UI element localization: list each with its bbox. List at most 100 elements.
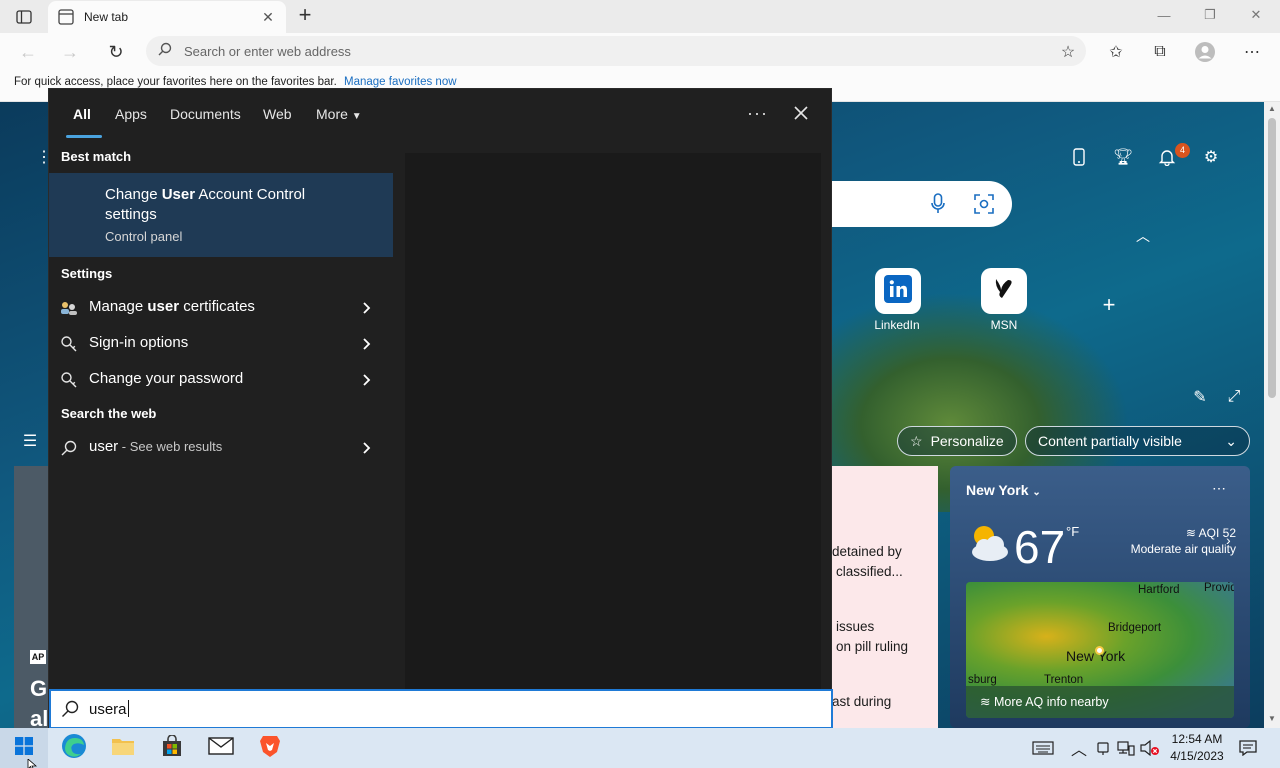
forward-icon[interactable]: → [56,38,84,66]
close-window-button[interactable]: ✕ [1233,0,1279,30]
result-label: Change your password [89,370,244,387]
weather-more-icon[interactable]: ⋯ [1212,480,1226,497]
page-scrollbar[interactable]: ▲ ▼ [1264,102,1280,728]
tab-title: New tab [84,10,129,24]
taskbar: ︿ 12:54 AM 4/15/2023 [0,728,1280,768]
refresh-icon[interactable]: ↻ [102,38,130,66]
scrollbar-thumb[interactable] [1268,118,1276,398]
news-line: on pill ruling [836,639,909,654]
store-icon [161,733,183,762]
close-search-icon[interactable] [789,101,813,125]
tab-close-icon[interactable]: ✕ [260,9,276,26]
best-match-result[interactable]: Change User Account Control settings Con… [49,173,393,257]
back-icon[interactable]: ← [14,38,42,66]
search-options-icon[interactable]: ··· [747,103,768,124]
best-match-heading: Best match [61,149,132,164]
brave-taskbar-button[interactable] [250,732,290,764]
news-card-left[interactable]: AP G al [14,466,50,731]
chevron-right-icon[interactable] [357,298,377,318]
msn-tile[interactable] [981,268,1027,314]
favorites-icon[interactable]: ✩ [1103,39,1129,65]
new-tab-button[interactable]: + [294,4,316,27]
key-icon [59,334,79,354]
action-center-icon[interactable] [1238,738,1258,758]
clock-time: 12:54 AM [1171,732,1223,746]
restore-button[interactable]: ❐ [1187,0,1233,30]
chevron-right-icon[interactable] [357,438,377,458]
collapse-chevron-icon[interactable]: ︿ [1129,222,1157,250]
file-explorer-taskbar-button[interactable] [103,732,143,764]
volume-muted-icon[interactable] [1140,738,1160,758]
profile-avatar[interactable] [1192,39,1218,65]
start-search-flyout: All Apps Documents Web More ▼ ··· Best m… [48,88,833,729]
store-taskbar-button[interactable] [152,732,192,764]
msn-icon [992,276,1016,307]
settings-gear-icon[interactable]: ⚙ [1197,143,1225,171]
ap-logo: AP [30,650,46,664]
microphone-icon[interactable] [930,193,946,220]
aq-info-link[interactable]: ≋ More AQ info nearby [966,686,1234,718]
result-change-your-password[interactable]: Change your password [49,362,393,396]
tab-documents[interactable]: Documents [170,106,241,122]
show-hidden-icons-icon[interactable]: ︿ [1069,738,1089,759]
search-results-list: Best match Change User Account Control s… [49,139,393,689]
minimize-button[interactable]: — [1141,0,1187,30]
key-icon [59,370,79,390]
touch-keyboard-icon[interactable] [1032,738,1054,758]
chevron-right-icon[interactable]: › [1226,532,1231,548]
tab-actions-icon[interactable] [8,6,40,28]
city-chevron-icon: ⌄ [1032,487,1041,498]
edge-taskbar-button[interactable] [54,732,94,764]
temperature-unit: °F [1066,524,1080,539]
tab-more[interactable]: More ▼ [316,106,362,122]
device-icon[interactable] [1093,738,1113,758]
mail-icon [208,736,234,760]
network-icon[interactable] [1116,738,1136,758]
aqi-info-icon: ≋ [980,695,994,709]
feed-menu-icon[interactable]: ☰ [16,427,44,455]
personalize-button[interactable]: ☆ Personalize [897,426,1017,456]
tab-web[interactable]: Web [263,106,292,122]
result-manage-user-certificates[interactable]: Manage user certificates [49,290,393,324]
personalize-star-icon: ☆ [910,432,923,449]
manage-favorites-link[interactable]: Manage favorites now [344,76,457,88]
result-sign-in-options[interactable]: Sign-in options [49,326,393,360]
more-options-icon[interactable]: ⋯ [1239,39,1265,65]
mail-taskbar-button[interactable] [201,732,241,764]
air-quality-map[interactable]: Hartford Providen Bridgeport New York Tr… [966,582,1234,718]
collections-icon[interactable]: ⧉ [1147,39,1173,65]
result-label: Sign-in options [89,334,189,351]
news-card[interactable] [830,466,938,728]
weather-card[interactable]: New York ⌄ ⋯ 67 °F ≋ AQI 52 Moderate air… [950,466,1250,728]
news-line: detained by [832,544,902,559]
edit-background-icon[interactable]: ✎ [1186,383,1214,411]
phone-icon[interactable] [1065,143,1093,171]
folder-icon [111,736,135,761]
result-web-search[interactable]: user - See web results [49,430,393,464]
add-favorite-icon[interactable]: ☆ [1055,39,1081,65]
scroll-down-icon[interactable]: ▼ [1268,714,1276,723]
search-query[interactable]: usera [89,700,129,718]
linkedin-tile[interactable] [875,268,921,314]
scroll-up-icon[interactable]: ▲ [1268,104,1276,113]
taskbar-clock[interactable]: 12:54 AM 4/15/2023 [1160,731,1234,765]
temperature: 67 [1014,521,1066,573]
content-visibility-dropdown[interactable]: Content partially visible ⌄ [1025,426,1250,456]
search-icon [158,42,172,61]
rewards-icon[interactable]: 🏆︎ [1109,143,1137,171]
tab-apps[interactable]: Apps [115,106,147,122]
map-label: Trenton [1044,674,1084,686]
expand-icon[interactable]: ⤢ [1220,383,1248,411]
search-input[interactable]: usera [49,689,833,729]
chevron-right-icon[interactable] [357,334,377,354]
chevron-right-icon[interactable] [357,370,377,390]
weather-city[interactable]: New York ⌄ [966,482,1041,498]
partly-cloudy-icon [964,520,1012,569]
best-match-title: Change User Account Control settings [105,186,306,223]
start-button[interactable] [0,728,48,768]
visual-search-icon[interactable] [974,194,994,219]
tab-all[interactable]: All [73,106,91,122]
tab-new-tab[interactable]: New tab ✕ [48,1,286,33]
add-shortcut-icon[interactable]: + [1095,291,1123,319]
address-bar[interactable]: Search or enter web address [146,36,1086,66]
